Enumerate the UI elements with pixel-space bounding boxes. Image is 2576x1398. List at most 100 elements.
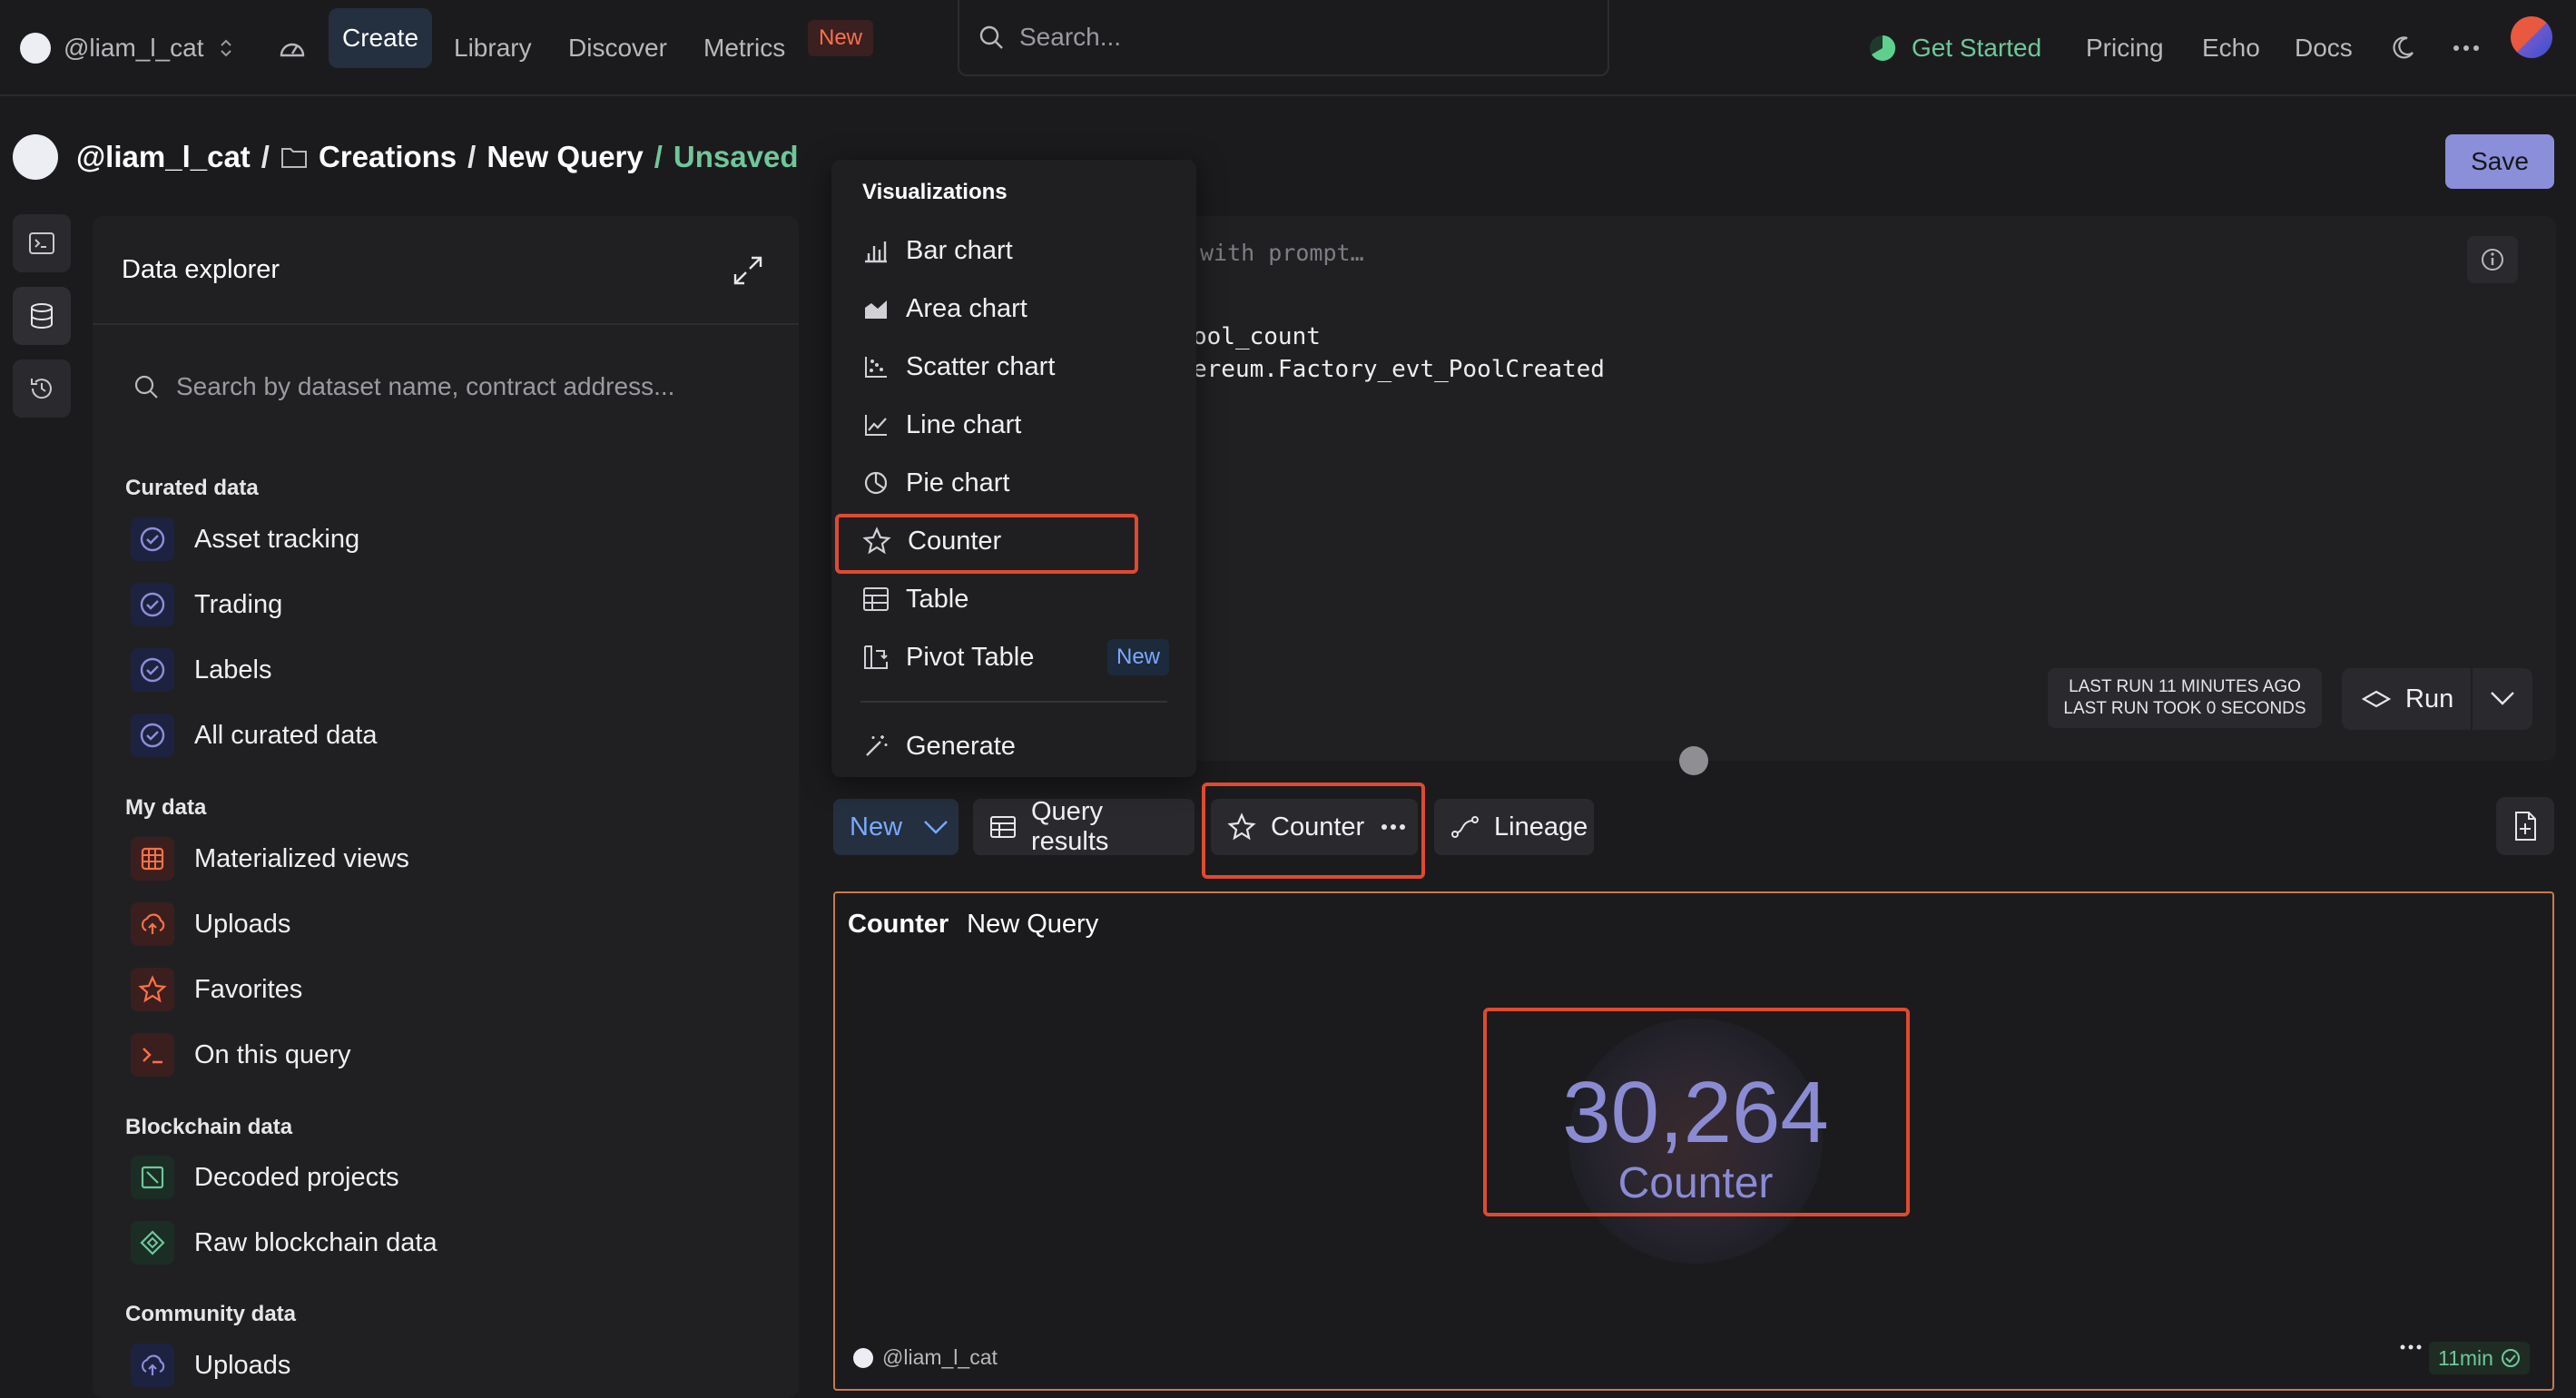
query-title[interactable]: New Query	[487, 140, 643, 174]
explorer-item-favorites[interactable]: Favorites	[131, 967, 302, 1012]
menu-item-bar-chart[interactable]: Bar chart	[862, 229, 1013, 272]
dropdown-heading: Visualizations	[862, 180, 1008, 204]
explorer-item-label: On this query	[194, 1039, 351, 1069]
profile-avatar[interactable]	[2511, 16, 2552, 58]
last-run-duration: LAST RUN TOOK 0 SECONDS	[2063, 699, 2306, 718]
run-button[interactable]: Run	[2342, 668, 2532, 730]
get-started-link[interactable]: Get Started	[1868, 0, 2041, 96]
visualization-owner[interactable]: @liam_l_cat	[853, 1345, 998, 1370]
explorer-item-label: Uploads	[194, 1350, 291, 1380]
nav-create[interactable]: Create	[329, 8, 432, 68]
section-blockchain-data: Blockchain data	[125, 1115, 293, 1139]
verified-badge-icon	[131, 583, 174, 626]
explorer-item-trading[interactable]: Trading	[131, 582, 282, 627]
menu-item-line-chart[interactable]: Line chart	[862, 403, 1021, 447]
last-run-info: LAST RUN 11 MINUTES AGO LAST RUN TOOK 0 …	[2048, 668, 2322, 728]
menu-item-generate[interactable]: Generate	[862, 724, 1016, 768]
lineage-icon	[1450, 815, 1494, 839]
explorer-item-label: All curated data	[194, 720, 378, 750]
rail-data-explorer[interactable]	[13, 287, 71, 345]
section-curated-data: Curated data	[125, 476, 259, 500]
tab-label: Query results	[1031, 797, 1109, 856]
breadcrumb: @liam_l_cat / Creations / New Query / Un…	[76, 136, 798, 178]
verified-badge-icon	[131, 517, 174, 561]
explorer-item-decoded-projects[interactable]: Decoded projects	[131, 1155, 399, 1200]
prompt-hint[interactable]: with prompt…	[1200, 240, 1364, 266]
nav-echo[interactable]: Echo	[2202, 0, 2260, 96]
search-icon	[978, 24, 1005, 51]
check-circle-icon	[2501, 1348, 2521, 1368]
menu-item-area-chart[interactable]: Area chart	[862, 287, 1027, 330]
breadcrumb-separator: /	[467, 140, 477, 173]
menu-item-pie-chart[interactable]: Pie chart	[862, 461, 1009, 505]
menu-item-label: Table	[906, 584, 969, 614]
explorer-item-label: Uploads	[194, 909, 291, 939]
menu-item-pivot-table[interactable]: Pivot Table	[862, 635, 1034, 679]
highlight-counter-menu-item	[835, 514, 1138, 574]
nav-docs[interactable]: Docs	[2295, 0, 2353, 96]
pivot-table-new-badge: New	[1107, 639, 1170, 675]
visualization-more-icon[interactable]	[2400, 1344, 2422, 1351]
explorer-item-raw-blockchain-data[interactable]: Raw blockchain data	[131, 1220, 438, 1265]
info-icon[interactable]	[2467, 236, 2518, 283]
download-csv-icon[interactable]	[2496, 797, 2554, 855]
code-line[interactable]: ool_count	[1193, 323, 1321, 350]
explorer-item-asset-tracking[interactable]: Asset tracking	[131, 517, 359, 562]
panel-resize-handle[interactable]	[1679, 746, 1708, 775]
highlight-counter-value	[1483, 1008, 1910, 1216]
menu-item-label: Pie chart	[906, 468, 1010, 497]
breadcrumb-folder[interactable]: Creations	[319, 140, 457, 174]
dataset-search-input[interactable]: Search by dataset name, contract address…	[133, 372, 674, 401]
theme-toggle-moon-icon[interactable]	[2389, 0, 2416, 96]
breadcrumb-separator: /	[654, 140, 663, 173]
table-icon	[989, 815, 1031, 839]
breadcrumb-owner[interactable]: @liam_l_cat	[76, 140, 251, 174]
visualization-title: Counter New Query	[848, 910, 1098, 940]
run-diamond-icon	[2362, 689, 2391, 709]
nav-discover[interactable]: Discover	[568, 0, 667, 96]
explorer-item-community-uploads[interactable]: Uploads	[131, 1343, 290, 1388]
menu-item-label: Bar chart	[906, 235, 1013, 265]
menu-item-scatter-chart[interactable]: Scatter chart	[862, 345, 1055, 389]
chevron-updown-icon	[218, 36, 234, 60]
run-options-chevron-icon[interactable]	[2489, 688, 2516, 708]
owner-avatar	[13, 134, 58, 180]
expand-icon[interactable]	[732, 254, 764, 287]
explorer-item-on-this-query[interactable]: On this query	[131, 1032, 350, 1078]
get-started-label: Get Started	[1912, 34, 2042, 62]
save-button[interactable]: Save	[2445, 134, 2554, 189]
more-menu-icon[interactable]	[2453, 0, 2480, 96]
explorer-item-uploads[interactable]: Uploads	[131, 901, 290, 947]
new-visualization-button[interactable]: New	[833, 799, 959, 855]
tab-query-results[interactable]: Query results	[973, 797, 1195, 856]
global-search-input[interactable]: Search...	[958, 0, 1609, 76]
diamond-icon	[131, 1221, 174, 1265]
scatter-chart-icon	[862, 353, 906, 380]
account-switcher[interactable]: @liam_l_cat	[20, 0, 234, 96]
star-icon	[131, 968, 174, 1011]
verified-badge-icon	[131, 714, 174, 757]
nav-library[interactable]: Library	[454, 0, 532, 96]
menu-item-table[interactable]: Table	[862, 577, 968, 621]
explorer-item-labels[interactable]: Labels	[131, 647, 271, 693]
explorer-item-materialized-views[interactable]: Materialized views	[131, 836, 409, 881]
freshness-badge: 11min	[2429, 1342, 2530, 1374]
nav-pricing[interactable]: Pricing	[2086, 0, 2164, 96]
code-line[interactable]: ereum.Factory_evt_PoolCreated	[1193, 356, 1605, 383]
rail-query-editor[interactable]	[13, 214, 71, 272]
terminal-icon	[28, 231, 55, 255]
top-navigation: @liam_l_cat Create Library Discover Metr…	[0, 0, 2576, 96]
dashboard-gauge-icon[interactable]	[278, 0, 307, 96]
data-explorer-header: Data explorer	[93, 216, 799, 325]
section-my-data: My data	[125, 795, 207, 820]
rail-history[interactable]	[13, 359, 71, 418]
menu-item-label: Line chart	[906, 409, 1022, 439]
visualization-query-name: New Query	[967, 910, 1099, 939]
explorer-item-label: Materialized views	[194, 843, 409, 873]
grid-table-icon	[131, 837, 174, 881]
verified-badge-icon	[131, 648, 174, 692]
nav-metrics[interactable]: Metrics	[703, 0, 785, 96]
dropdown-divider	[860, 701, 1167, 703]
explorer-item-all-curated-data[interactable]: All curated data	[131, 713, 378, 758]
tab-lineage[interactable]: Lineage	[1434, 799, 1594, 855]
